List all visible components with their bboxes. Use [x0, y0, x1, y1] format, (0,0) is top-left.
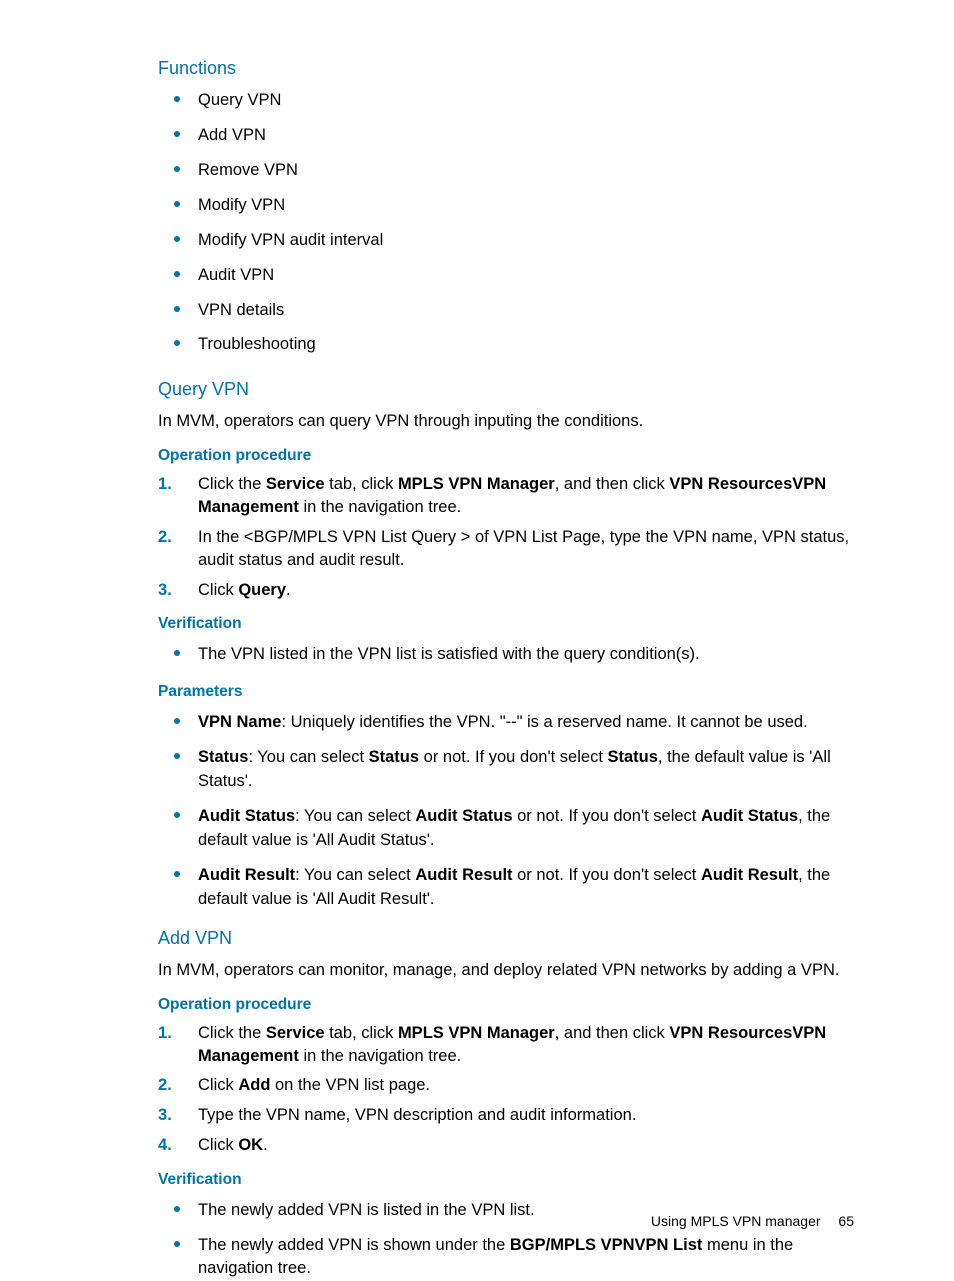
text: : You can select: [295, 807, 415, 825]
heading-op-procedure-add: Operation procedure: [158, 996, 854, 1014]
step-item: Click OK.: [158, 1134, 854, 1157]
text: in the navigation tree.: [299, 1047, 461, 1065]
text-bold: Audit Status: [701, 807, 798, 825]
list-item: Add VPN: [170, 124, 854, 148]
text-bold: MPLS VPN Manager: [398, 1024, 555, 1042]
list-item: VPN Name: Uniquely identifies the VPN. "…: [170, 711, 854, 735]
text-bold: BGP/MPLS VPNVPN List: [510, 1236, 703, 1254]
text: Click: [198, 1076, 238, 1094]
step-item: Click the Service tab, click MPLS VPN Ma…: [158, 1022, 854, 1068]
text-bold: Status: [369, 748, 419, 766]
list-item: Query VPN: [170, 89, 854, 113]
text: in the navigation tree.: [299, 498, 461, 516]
step-item: Click the Service tab, click MPLS VPN Ma…: [158, 473, 854, 519]
text: or not. If you don't select: [513, 866, 701, 884]
heading-functions: Functions: [158, 58, 854, 79]
text: Click the: [198, 1024, 266, 1042]
list-item: Modify VPN: [170, 194, 854, 218]
text: .: [263, 1136, 268, 1154]
text: or not. If you don't select: [419, 748, 607, 766]
heading-verification: Verification: [158, 615, 854, 633]
text-bold: Service: [266, 475, 325, 493]
text: The newly added VPN is shown under the: [198, 1236, 510, 1254]
step-item: Click Query.: [158, 579, 854, 602]
text-bold: Service: [266, 1024, 325, 1042]
heading-op-procedure: Operation procedure: [158, 447, 854, 465]
text-bold: Query: [238, 581, 286, 599]
text: on the VPN list page.: [270, 1076, 430, 1094]
list-item: Audit Status: You can select Audit Statu…: [170, 805, 854, 853]
functions-list: Query VPN Add VPN Remove VPN Modify VPN …: [158, 89, 854, 357]
text: tab, click: [325, 475, 398, 493]
query-verification-list: The VPN listed in the VPN list is satisf…: [158, 643, 854, 667]
text-bold: Audit Result: [701, 866, 798, 884]
list-item: Modify VPN audit interval: [170, 229, 854, 253]
step-item: Click Add on the VPN list page.: [158, 1074, 854, 1097]
heading-verification-add: Verification: [158, 1171, 854, 1189]
text-bold: Audit Result: [198, 866, 295, 884]
text: Click: [198, 581, 238, 599]
text-bold: Audit Result: [415, 866, 512, 884]
text: : You can select: [248, 748, 368, 766]
page-number: 65: [838, 1213, 854, 1229]
query-steps: Click the Service tab, click MPLS VPN Ma…: [158, 473, 854, 601]
heading-add-vpn: Add VPN: [158, 928, 854, 949]
list-item: Remove VPN: [170, 159, 854, 183]
heading-query-vpn: Query VPN: [158, 379, 854, 400]
text: or not. If you don't select: [513, 807, 701, 825]
list-item: Troubleshooting: [170, 333, 854, 357]
list-item: The newly added VPN is shown under the B…: [170, 1234, 854, 1281]
text: .: [286, 581, 291, 599]
text: Click the: [198, 475, 266, 493]
text-bold: Audit Status: [415, 807, 512, 825]
text: , and then click: [555, 1024, 670, 1042]
text-bold: Status: [607, 748, 657, 766]
step-item: Type the VPN name, VPN description and a…: [158, 1104, 854, 1127]
page-footer: Using MPLS VPN manager 65: [651, 1213, 854, 1229]
text-bold: VPN Name: [198, 713, 281, 731]
parameters-list: VPN Name: Uniquely identifies the VPN. "…: [158, 711, 854, 911]
list-item: Status: You can select Status or not. If…: [170, 746, 854, 794]
text: : You can select: [295, 866, 415, 884]
step-item: In the <BGP/MPLS VPN List Query > of VPN…: [158, 526, 854, 572]
text: tab, click: [325, 1024, 398, 1042]
text: , and then click: [555, 475, 670, 493]
list-item: VPN details: [170, 299, 854, 323]
footer-text: Using MPLS VPN manager: [651, 1213, 821, 1229]
list-item: Audit Result: You can select Audit Resul…: [170, 864, 854, 912]
list-item: The VPN listed in the VPN list is satisf…: [170, 643, 854, 667]
query-intro: In MVM, operators can query VPN through …: [158, 410, 854, 433]
add-intro: In MVM, operators can monitor, manage, a…: [158, 959, 854, 982]
text: Click: [198, 1136, 238, 1154]
text: : Uniquely identifies the VPN. "--" is a…: [281, 713, 807, 731]
add-verification-list: The newly added VPN is listed in the VPN…: [158, 1199, 854, 1281]
text-bold: MPLS VPN Manager: [398, 475, 555, 493]
text-bold: Audit Status: [198, 807, 295, 825]
heading-parameters: Parameters: [158, 683, 854, 701]
text-bold: Status: [198, 748, 248, 766]
text-bold: OK: [238, 1136, 263, 1154]
text-bold: Add: [238, 1076, 270, 1094]
add-steps: Click the Service tab, click MPLS VPN Ma…: [158, 1022, 854, 1157]
list-item: Audit VPN: [170, 264, 854, 288]
